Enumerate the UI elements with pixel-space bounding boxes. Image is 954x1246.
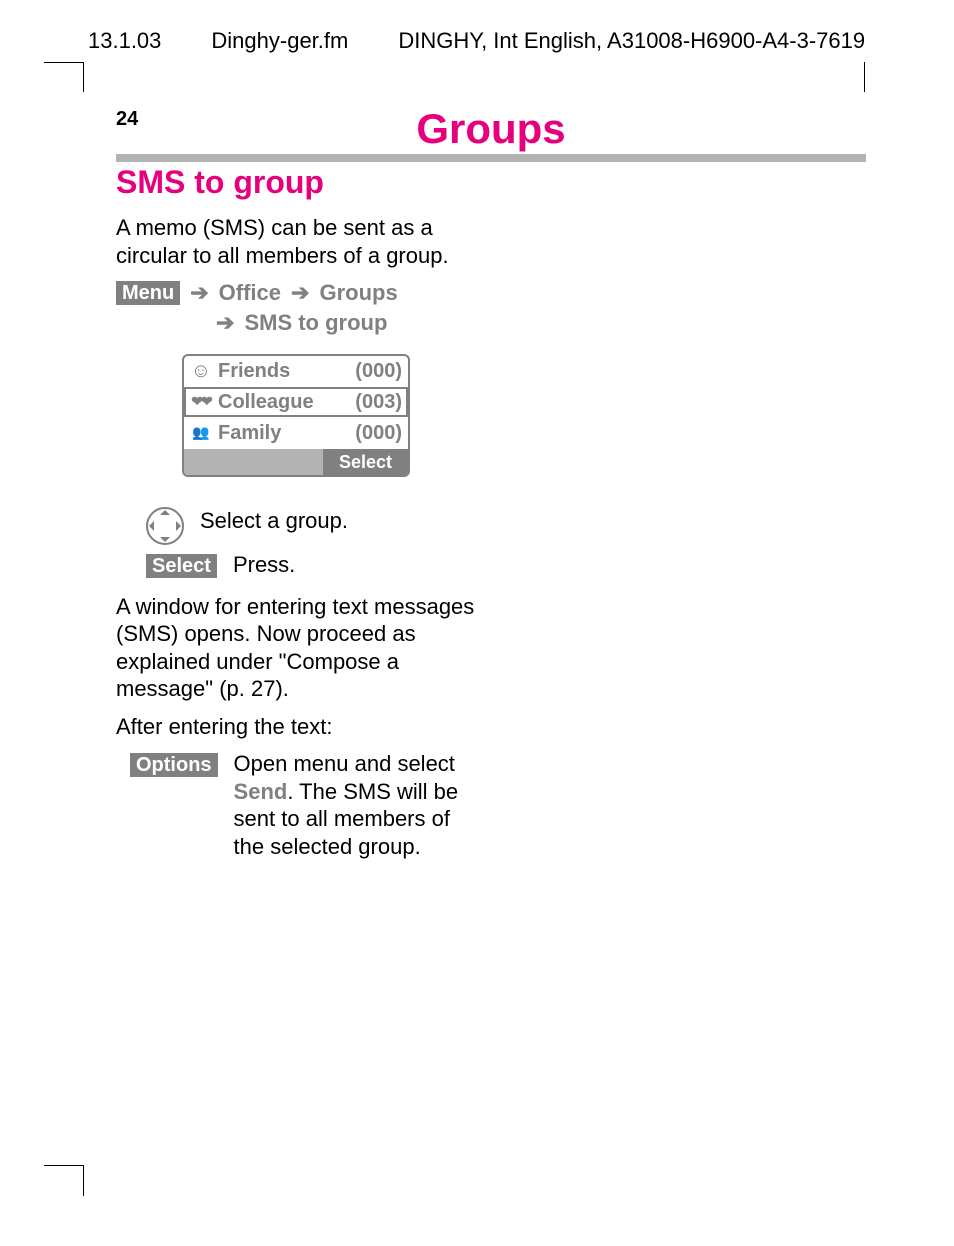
breadcrumb: Menu ➔ Office ➔ Groups ➔ SMS to group bbox=[116, 279, 476, 336]
smiley-icon: ☺ bbox=[190, 359, 212, 384]
arrow-icon: ➔ bbox=[216, 309, 234, 337]
page-header: 24 Groups bbox=[116, 108, 866, 162]
group-count: (000) bbox=[355, 359, 402, 384]
group-name: Friends bbox=[212, 359, 355, 384]
paragraph: A window for entering text messages (SMS… bbox=[116, 593, 476, 703]
instruction-text: Select a group. bbox=[200, 507, 476, 535]
content: SMS to group A memo (SMS) can be sent as… bbox=[116, 162, 476, 866]
softkey-right: Select bbox=[323, 449, 408, 475]
group-name: Colleague bbox=[212, 390, 355, 415]
page: 13.1.03 Dinghy-ger.fm DINGHY, Int Englis… bbox=[0, 0, 954, 1246]
people-icon: 👥 bbox=[190, 424, 212, 442]
crop-mark bbox=[83, 1166, 84, 1196]
group-name: Family bbox=[212, 421, 355, 446]
select-pill: Select bbox=[146, 554, 217, 578]
list-item: ❤︎❤︎ Colleague (003) bbox=[184, 387, 408, 418]
group-count: (000) bbox=[355, 421, 402, 446]
instruction-row: Options Open menu and select Send. The S… bbox=[130, 750, 476, 860]
crop-mark bbox=[44, 62, 84, 63]
header-rule bbox=[116, 154, 866, 162]
chapter-title: Groups bbox=[116, 108, 866, 150]
instruction-text: Open menu and select Send. The SMS will … bbox=[234, 750, 476, 860]
menu-pill: Menu bbox=[116, 281, 180, 305]
nav-key-icon bbox=[146, 507, 184, 545]
group-count: (003) bbox=[355, 390, 402, 415]
doc-id: DINGHY, Int English, A31008-H6900-A4-3-7… bbox=[398, 28, 865, 54]
crop-mark bbox=[83, 62, 84, 92]
list-item: ☺ Friends (000) bbox=[184, 356, 408, 387]
softkey-bar: Select bbox=[184, 449, 408, 475]
instruction-row: Select Press. bbox=[146, 551, 476, 579]
softkey-left bbox=[184, 449, 323, 475]
arrow-icon: ➔ bbox=[291, 279, 309, 307]
intro-paragraph: A memo (SMS) can be sent as a circular t… bbox=[116, 214, 476, 269]
hearts-icon: ❤︎❤︎ bbox=[190, 393, 212, 411]
list-item: 👥 Family (000) bbox=[184, 418, 408, 449]
instruction-row: Select a group. bbox=[116, 507, 476, 545]
arrow-icon: ➔ bbox=[190, 279, 208, 307]
doc-filename: Dinghy-ger.fm bbox=[211, 28, 348, 54]
breadcrumb-level1: Office bbox=[219, 279, 281, 307]
page-number: 24 bbox=[116, 108, 138, 131]
options-pill: Options bbox=[130, 753, 218, 777]
section-title: SMS to group bbox=[116, 162, 476, 202]
instruction-text: Press. bbox=[233, 551, 476, 579]
breadcrumb-level3: SMS to group bbox=[244, 309, 387, 337]
breadcrumb-level2: Groups bbox=[319, 279, 397, 307]
send-label: Send bbox=[234, 779, 288, 804]
options-text-prefix: Open menu and select bbox=[234, 751, 455, 776]
phone-screen: ☺ Friends (000) ❤︎❤︎ Colleague (003) 👥 F… bbox=[182, 354, 410, 477]
paragraph: After entering the text: bbox=[116, 713, 476, 741]
doc-date: 13.1.03 bbox=[88, 28, 161, 54]
crop-mark bbox=[864, 62, 865, 92]
crop-mark bbox=[44, 1165, 84, 1166]
doc-header: 13.1.03 Dinghy-ger.fm DINGHY, Int Englis… bbox=[88, 28, 866, 54]
